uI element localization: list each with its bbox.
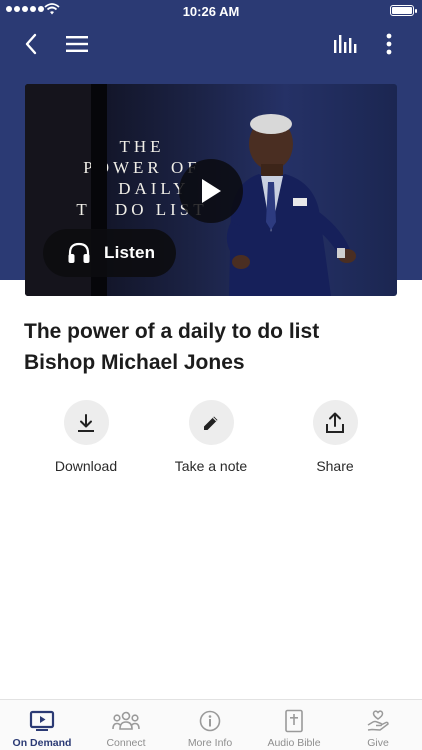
pencil-icon [204, 416, 218, 430]
more-options-button[interactable] [376, 28, 402, 60]
status-bar: 10:26 AM [0, 0, 422, 22]
bottom-tab-bar: On Demand Connect More Info Audio Bible … [0, 699, 422, 750]
share-label: Share [316, 458, 354, 474]
tab-label: Give [367, 737, 389, 749]
tab-label: On Demand [12, 737, 72, 749]
take-note-circle [188, 400, 234, 445]
people-group-icon [112, 711, 140, 730]
take-note-label: Take a note [174, 458, 248, 474]
more-vertical-icon [386, 33, 392, 55]
tab-on-demand[interactable]: On Demand [0, 700, 84, 750]
info-icon [199, 710, 221, 732]
bible-icon [285, 709, 303, 733]
play-button[interactable] [179, 159, 243, 223]
tab-label: Audio Bible [267, 737, 321, 749]
menu-button[interactable] [62, 28, 92, 60]
take-note-button[interactable]: Take a note [151, 400, 271, 474]
share-icon [326, 412, 344, 433]
action-row: Download Take a note Share [0, 400, 422, 480]
tab-connect[interactable]: Connect [84, 700, 168, 750]
sermon-title: The power of a daily to do list Bishop M… [24, 316, 404, 378]
tab-more-info[interactable]: More Info [168, 700, 252, 750]
hand-heart-icon [367, 710, 389, 731]
play-icon [202, 179, 221, 203]
tab-audio-bible[interactable]: Audio Bible [252, 700, 336, 750]
headphones-icon [68, 242, 90, 263]
share-circle [312, 400, 358, 445]
status-time: 10:26 AM [182, 4, 240, 19]
equalizer-bars-icon [334, 35, 357, 53]
top-nav-bar [0, 28, 422, 60]
hamburger-menu-icon [66, 36, 88, 52]
sermon-speaker: Bishop Michael Jones [24, 351, 245, 374]
download-button[interactable]: Download [26, 400, 146, 474]
download-label: Download [54, 458, 118, 474]
listen-label: Listen [104, 243, 156, 262]
tab-give[interactable]: Give [336, 700, 420, 750]
sermon-title-text: The power of a daily to do list [24, 320, 320, 343]
tab-label: More Info [187, 737, 233, 749]
download-icon [78, 413, 94, 432]
back-button[interactable] [18, 28, 44, 60]
chevron-left-icon [25, 33, 37, 55]
share-button[interactable]: Share [275, 400, 395, 474]
battery-icon [390, 5, 417, 16]
tv-play-icon [29, 710, 55, 731]
audio-player-button[interactable] [330, 28, 360, 60]
download-circle [63, 400, 109, 445]
video-player[interactable]: THE POWER OF A DAILY TO DO LIST Listen [25, 84, 397, 296]
tab-label: Connect [106, 737, 146, 749]
listen-button[interactable]: Listen [43, 229, 176, 277]
